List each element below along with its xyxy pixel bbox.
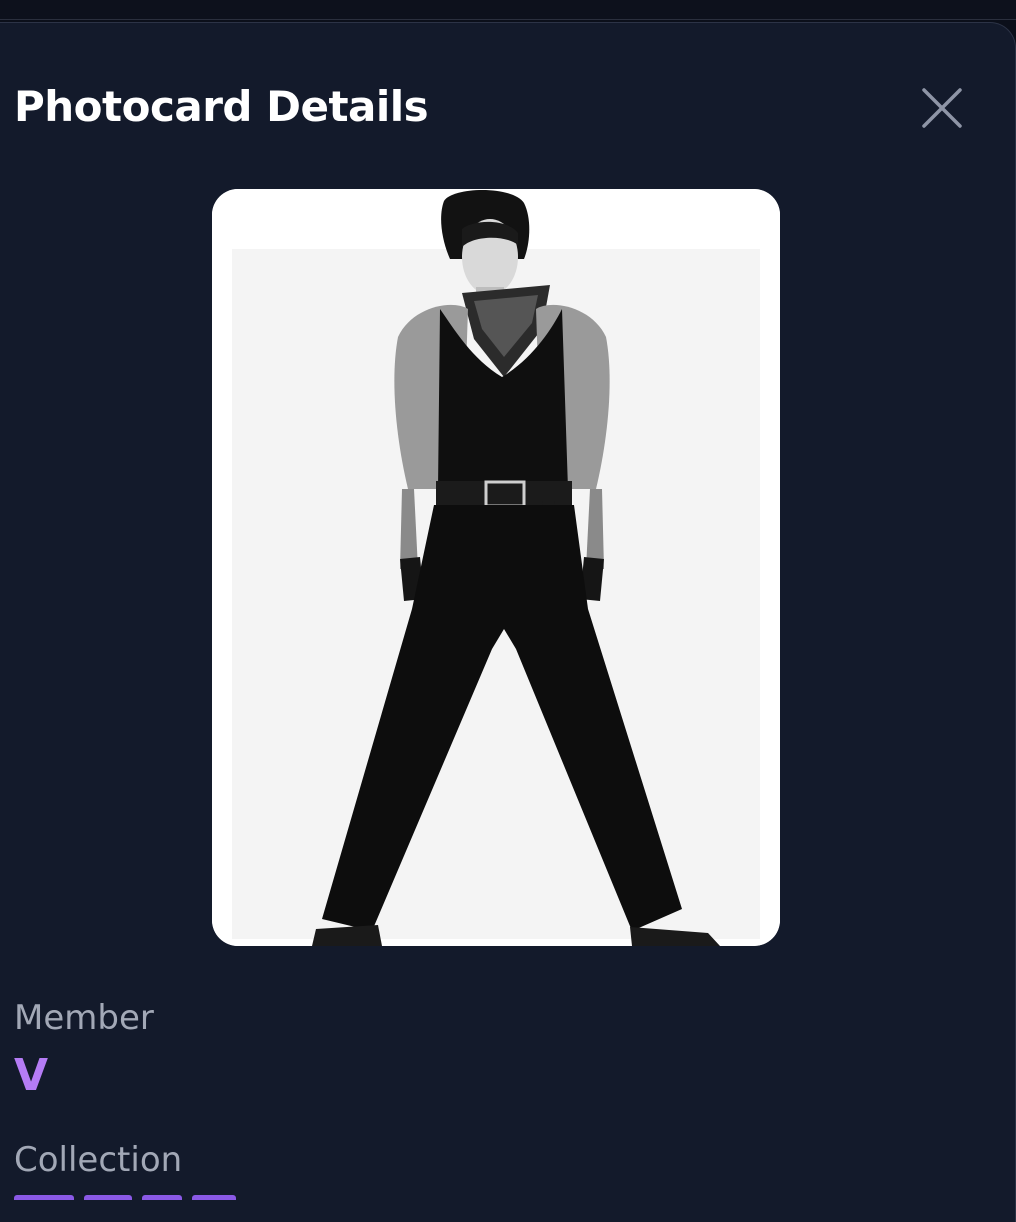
close-button[interactable] — [914, 80, 970, 136]
collection-label: Collection — [14, 1140, 183, 1180]
member-label: Member — [14, 998, 154, 1038]
collection-value-cropped[interactable] — [14, 1190, 284, 1200]
modal-title: Photocard Details — [14, 82, 429, 131]
member-value[interactable]: V — [14, 1050, 48, 1102]
browser-top-bar — [0, 0, 1016, 20]
photocard-illustration — [212, 189, 780, 946]
photocard-image[interactable] — [212, 189, 780, 946]
top-divider — [0, 19, 1016, 20]
close-icon — [922, 88, 962, 128]
